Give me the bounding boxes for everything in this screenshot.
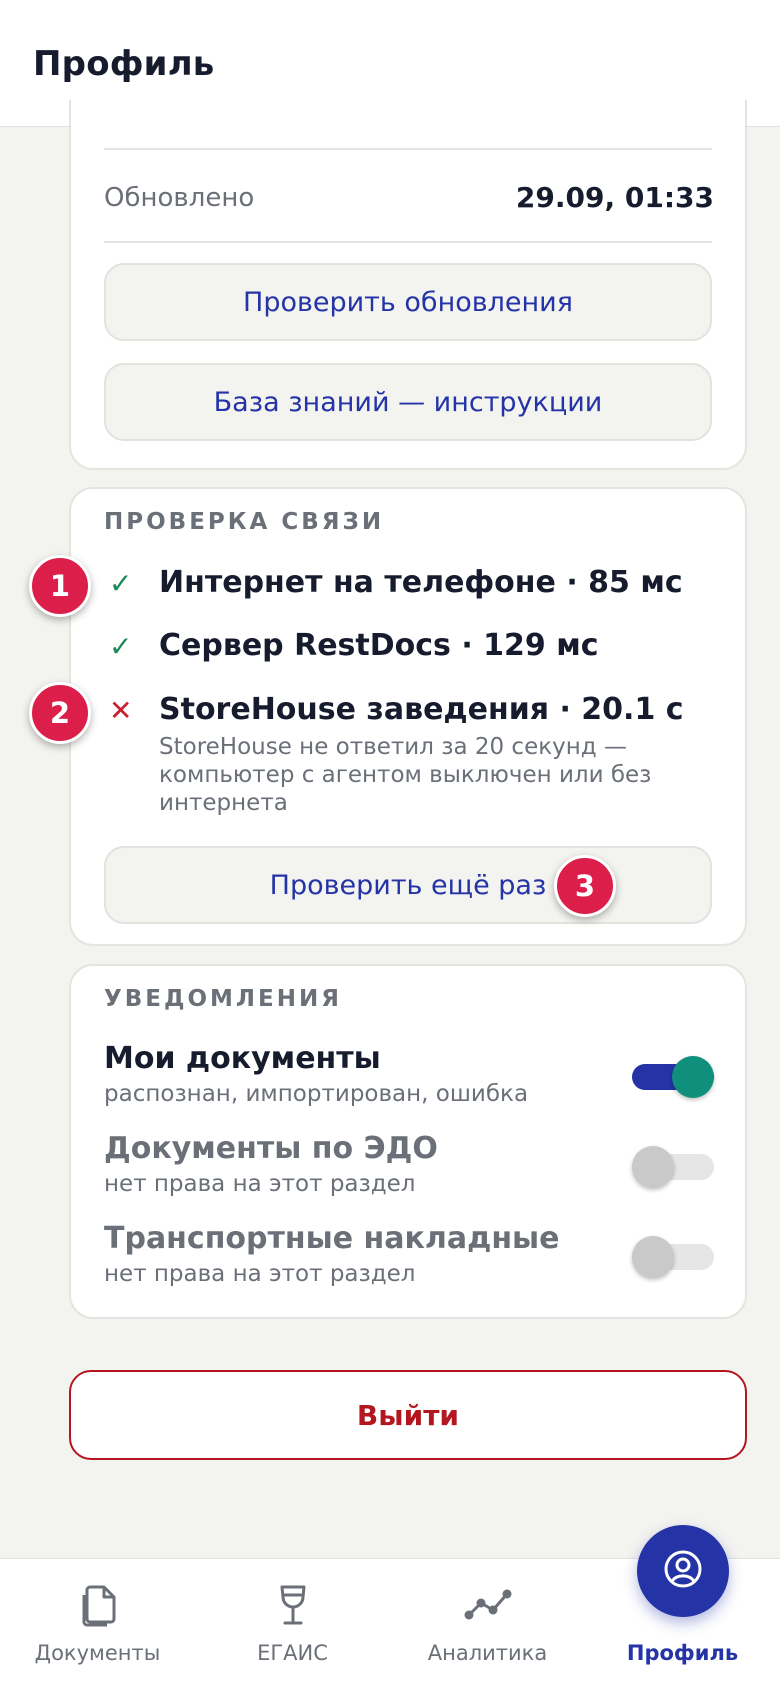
check-updates-button[interactable]: Проверить обновления	[104, 263, 712, 341]
toggle-edo[interactable]	[632, 1146, 714, 1188]
nav-item-egais[interactable]: ЕГАИС	[195, 1559, 390, 1688]
notification-title-my-documents: Мои документы	[104, 1041, 381, 1076]
notification-subtitle-waybills: нет права на этот раздел	[104, 1261, 416, 1287]
check-ok-icon: ✓	[109, 567, 133, 600]
notification-subtitle-edo: нет права на этот раздел	[104, 1171, 416, 1197]
check-error-description: StoreHouse не ответил за 20 секунд — ком…	[159, 734, 652, 816]
toggle-knob	[632, 1236, 674, 1278]
profile-icon	[663, 1549, 703, 1593]
analytics-icon	[464, 1581, 512, 1633]
check-ok-icon: ✓	[109, 630, 133, 663]
section-title-connection: ПРОВЕРКА СВЯЗИ	[104, 509, 385, 535]
check-fail-icon: ✕	[109, 694, 133, 727]
notification-title-waybills: Транспортные накладные	[104, 1221, 560, 1256]
logout-button[interactable]: Выйти	[69, 1370, 747, 1460]
toggle-my-documents[interactable]	[632, 1056, 714, 1098]
page-title: Профиль	[33, 44, 215, 84]
annotation-badge-1: 1	[29, 555, 91, 617]
check-title-storehouse: StoreHouse заведения · 20.1 с	[159, 692, 684, 727]
knowledge-base-button[interactable]: База знаний — инструкции	[104, 363, 712, 441]
annotation-badge-3: 3	[554, 855, 616, 917]
divider	[104, 148, 712, 150]
nav-item-documents[interactable]: Документы	[0, 1559, 195, 1688]
check-title-internet: Интернет на телефоне · 85 мс	[159, 565, 683, 600]
notification-subtitle-my-documents: распознан, импортирован, ошибка	[104, 1081, 529, 1107]
nav-label-documents: Документы	[34, 1641, 161, 1665]
app-info-card: Обновлено 29.09, 01:33 Проверить обновле…	[69, 100, 747, 470]
updated-label: Обновлено	[104, 183, 255, 213]
section-title-notifications: УВЕДОМЛЕНИЯ	[104, 986, 342, 1012]
wine-glass-icon	[273, 1581, 313, 1633]
notification-title-edo: Документы по ЭДО	[104, 1131, 438, 1166]
nav-label-egais: ЕГАИС	[257, 1641, 328, 1665]
divider	[104, 241, 712, 243]
nav-item-analytics[interactable]: Аналитика	[390, 1559, 585, 1688]
toggle-waybills[interactable]	[632, 1236, 714, 1278]
retry-check-button[interactable]: Проверить ещё раз	[104, 846, 712, 924]
connection-check-card: ПРОВЕРКА СВЯЗИ ✓ Интернет на телефоне · …	[69, 487, 747, 946]
updated-value: 29.09, 01:33	[515, 181, 714, 214]
toggle-knob	[632, 1146, 674, 1188]
profile-fab-button[interactable]	[637, 1525, 729, 1617]
check-title-server: Сервер RestDocs · 129 мс	[159, 628, 599, 663]
nav-label-analytics: Аналитика	[427, 1641, 548, 1665]
annotation-badge-2: 2	[29, 682, 91, 744]
toggle-knob	[672, 1056, 714, 1098]
notifications-card: УВЕДОМЛЕНИЯ Мои документы распознан, имп…	[69, 964, 747, 1319]
documents-icon	[76, 1581, 120, 1633]
nav-label-profile: Профиль	[626, 1641, 739, 1665]
